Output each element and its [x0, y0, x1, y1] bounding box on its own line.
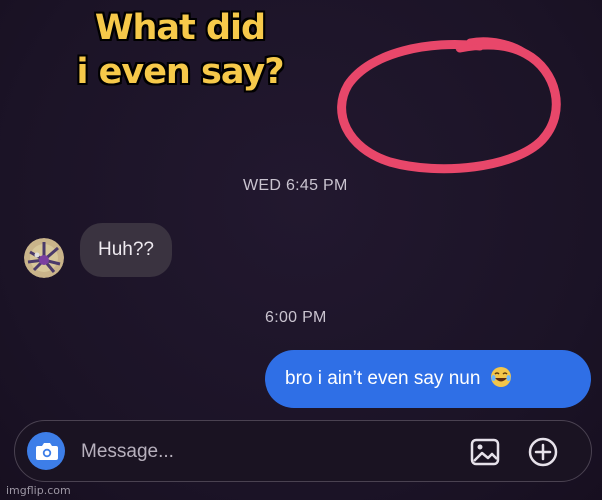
caption-line-1: What did	[94, 8, 266, 48]
outgoing-message-text: bro i ain’t even say nun	[285, 368, 481, 389]
add-attachment-button[interactable]	[527, 436, 559, 468]
red-circle-scribble	[337, 37, 561, 174]
camera-button[interactable]	[27, 432, 65, 470]
plus-circle-icon	[528, 437, 558, 467]
contact-avatar[interactable]	[24, 238, 64, 278]
crying-laughing-emoji-icon	[490, 367, 511, 387]
outgoing-message-bubble[interactable]: bro i ain’t even say nun	[265, 350, 591, 408]
meme-caption: What did i even say?	[30, 6, 330, 94]
incoming-message-bubble[interactable]: Huh??	[80, 223, 172, 277]
camera-icon	[36, 443, 58, 460]
gallery-button[interactable]	[469, 436, 501, 468]
timestamp-divider: WED 6:45 PM	[243, 177, 348, 194]
watermark: imgflip.com	[6, 484, 71, 497]
chat-screen: What did i even say? WED 6:45 PM Huh?? 6…	[0, 0, 602, 500]
image-gallery-icon	[470, 438, 500, 466]
avatar-image	[24, 238, 64, 278]
caption-line-2: i even say?	[76, 52, 284, 92]
message-input[interactable]	[79, 435, 383, 469]
timestamp-divider: 6:00 PM	[265, 309, 327, 326]
message-composer	[14, 420, 592, 482]
